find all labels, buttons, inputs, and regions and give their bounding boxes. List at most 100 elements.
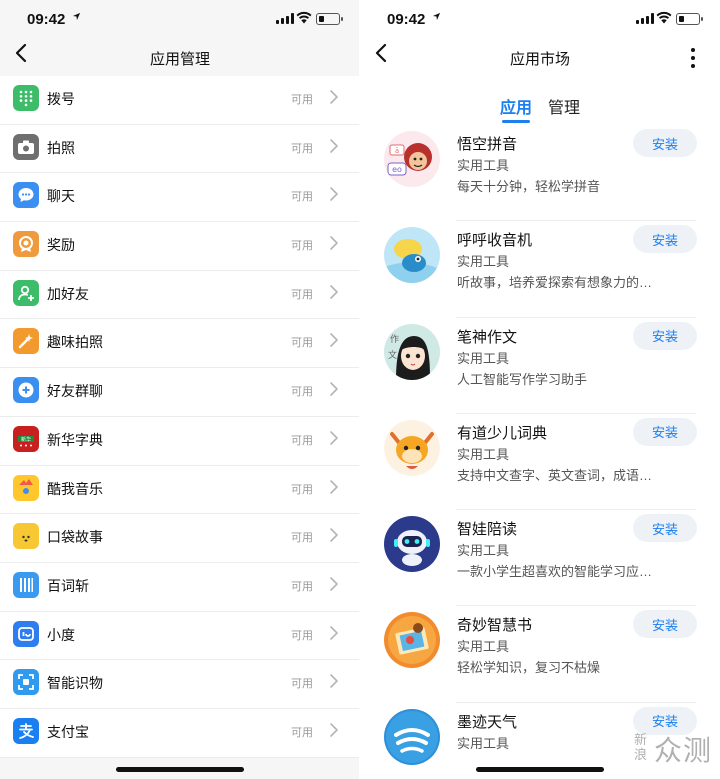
install-button[interactable]: 安装 bbox=[633, 610, 697, 639]
magic-wand-icon bbox=[13, 328, 39, 355]
market-app-item[interactable]: 呼呼收音机 实用工具 听故事，培养爱探索有想象力的… 安装 bbox=[360, 221, 720, 318]
app-name: 有道少儿词典 bbox=[457, 424, 548, 442]
moji-weather-icon bbox=[384, 708, 440, 765]
app-row[interactable]: 酷我音乐 可用 bbox=[0, 465, 360, 515]
youdao-kids-dict-icon bbox=[384, 419, 440, 476]
active-tab-indicator bbox=[502, 120, 530, 123]
status-bar: 09:42 bbox=[0, 0, 360, 38]
app-category: 实用工具 bbox=[457, 350, 510, 366]
huhu-radio-icon bbox=[384, 227, 440, 284]
app-description: 一款小学生超喜欢的智能学习应… bbox=[457, 564, 653, 580]
market-app-item[interactable]: 智娃陪读 实用工具 一款小学生超喜欢的智能学习应… 安装 bbox=[360, 510, 720, 607]
camera-icon bbox=[13, 133, 39, 160]
app-row[interactable]: 拨号 可用 bbox=[0, 76, 360, 125]
chevron-right-icon bbox=[329, 576, 339, 592]
chevron-right-icon bbox=[329, 527, 339, 543]
nav-bar: 应用管理 bbox=[0, 38, 360, 76]
home-indicator[interactable] bbox=[476, 767, 604, 772]
zhiwa-robot-icon bbox=[384, 516, 440, 573]
app-row[interactable]: 好友群聊 可用 bbox=[0, 368, 360, 417]
app-row[interactable]: 智能识物 可用 bbox=[0, 660, 360, 709]
row-divider bbox=[0, 756, 360, 758]
app-name: 口袋故事 bbox=[47, 529, 103, 546]
app-name: 拍照 bbox=[47, 139, 75, 156]
cellular-signal-icon bbox=[276, 13, 294, 24]
nav-bar: 应用市场 bbox=[360, 38, 720, 76]
app-status: 可用 bbox=[291, 532, 313, 545]
app-row[interactable]: 小度 可用 bbox=[0, 611, 360, 661]
battery-icon bbox=[676, 13, 703, 25]
app-name: 好友群聊 bbox=[47, 383, 103, 400]
chevron-right-icon bbox=[329, 625, 339, 641]
app-row[interactable]: 聊天 可用 bbox=[0, 173, 360, 223]
app-status: 可用 bbox=[291, 386, 313, 399]
app-management-screen: 09:42 应用管理 拨号 可用 拍照 可用 聊天 可用 奖励 可用 加好友 可用 趣味拍照 可用 好友… bbox=[0, 0, 360, 779]
app-description: 轻松学知识，复习不枯燥 bbox=[457, 660, 601, 676]
tab-apps[interactable]: 应用 bbox=[500, 94, 532, 118]
chevron-right-icon bbox=[329, 284, 339, 300]
home-indicator[interactable] bbox=[116, 767, 244, 772]
app-name: 笔神作文 bbox=[457, 328, 518, 346]
battery-icon bbox=[316, 13, 343, 25]
app-status: 可用 bbox=[291, 629, 313, 642]
app-row[interactable]: 口袋故事 可用 bbox=[0, 514, 360, 563]
app-row[interactable]: 支付宝 可用 bbox=[0, 708, 360, 758]
page-title: 应用市场 bbox=[509, 51, 570, 68]
chevron-right-icon bbox=[329, 479, 339, 495]
app-name: 小度 bbox=[47, 626, 75, 643]
chevron-right-icon bbox=[329, 186, 339, 202]
chevron-right-icon bbox=[329, 430, 339, 446]
xinhua-dictionary-icon: 新华 bbox=[13, 425, 39, 452]
install-button[interactable]: 安装 bbox=[633, 129, 697, 157]
svg-text:新华: 新华 bbox=[21, 436, 31, 443]
chat-bubble-icon bbox=[13, 182, 39, 209]
app-name: 支付宝 bbox=[47, 723, 89, 740]
market-app-item[interactable]: 作文笔神作文 实用工具 人工智能写作学习助手 安装 bbox=[360, 318, 720, 414]
chevron-right-icon bbox=[329, 381, 339, 397]
app-status: 可用 bbox=[291, 337, 313, 350]
market-app-item[interactable]: ā eo 悟空拼音 实用工具 每天十分钟，轻松学拼音 安装 bbox=[360, 125, 720, 222]
app-status: 可用 bbox=[291, 288, 313, 301]
svg-text:作: 作 bbox=[390, 333, 399, 345]
watermark-large: 众测 bbox=[654, 735, 713, 766]
wonder-book-icon bbox=[384, 612, 440, 669]
app-description: 人工智能写作学习助手 bbox=[457, 371, 588, 387]
app-row[interactable]: 新华 新华字典 可用 bbox=[0, 416, 360, 466]
pocket-story-fox-icon bbox=[13, 523, 39, 550]
chevron-right-icon bbox=[329, 138, 339, 154]
dialpad-icon bbox=[13, 85, 39, 111]
app-row[interactable]: 拍照 可用 bbox=[0, 124, 360, 174]
chevron-right-icon bbox=[329, 235, 339, 251]
app-description: 支持中文查字、英文查词，成语… bbox=[457, 467, 653, 483]
app-status: 可用 bbox=[291, 726, 313, 739]
app-name: 百词斩 bbox=[47, 577, 89, 594]
app-row[interactable]: 奖励 可用 bbox=[0, 222, 360, 271]
app-status: 可用 bbox=[291, 434, 313, 447]
app-row[interactable]: 加好友 可用 bbox=[0, 270, 360, 320]
install-button[interactable]: 安装 bbox=[633, 514, 697, 543]
app-row[interactable]: 趣味拍照 可用 bbox=[0, 319, 360, 369]
add-friend-icon bbox=[13, 279, 39, 306]
install-button[interactable]: 安装 bbox=[633, 417, 697, 446]
group-chat-icon bbox=[13, 377, 39, 404]
cellular-signal-icon bbox=[636, 13, 654, 24]
app-category: 实用工具 bbox=[457, 158, 510, 173]
app-category: 实用工具 bbox=[457, 735, 510, 751]
more-vertical-icon[interactable] bbox=[690, 46, 696, 68]
app-category: 实用工具 bbox=[457, 639, 510, 655]
tab-manage[interactable]: 管理 bbox=[548, 94, 580, 118]
wukong-pinyin-icon: ā eo bbox=[384, 131, 440, 187]
install-button[interactable]: 安装 bbox=[633, 225, 697, 254]
wifi-icon bbox=[656, 11, 672, 25]
market-app-item[interactable]: 奇妙智慧书 实用工具 轻松学知识，复习不枯燥 安装 bbox=[360, 606, 720, 703]
app-row[interactable]: 百词斩 可用 bbox=[0, 562, 360, 612]
market-app-list: ā eo 悟空拼音 实用工具 每天十分钟，轻松学拼音 安装 呼呼收音机 实用工具 听故事，培养爱… bbox=[360, 125, 720, 779]
app-name: 趣味拍照 bbox=[47, 334, 103, 351]
app-name: 奖励 bbox=[47, 237, 75, 254]
market-app-item[interactable]: 有道少儿词典 实用工具 支持中文查字、英文查词，成语… 安装 bbox=[360, 414, 720, 511]
chevron-right-icon bbox=[329, 332, 339, 348]
wifi-icon bbox=[296, 11, 312, 25]
app-name: 拨号 bbox=[47, 91, 75, 107]
svg-text:ā: ā bbox=[395, 147, 399, 155]
install-button[interactable]: 安装 bbox=[633, 321, 697, 350]
